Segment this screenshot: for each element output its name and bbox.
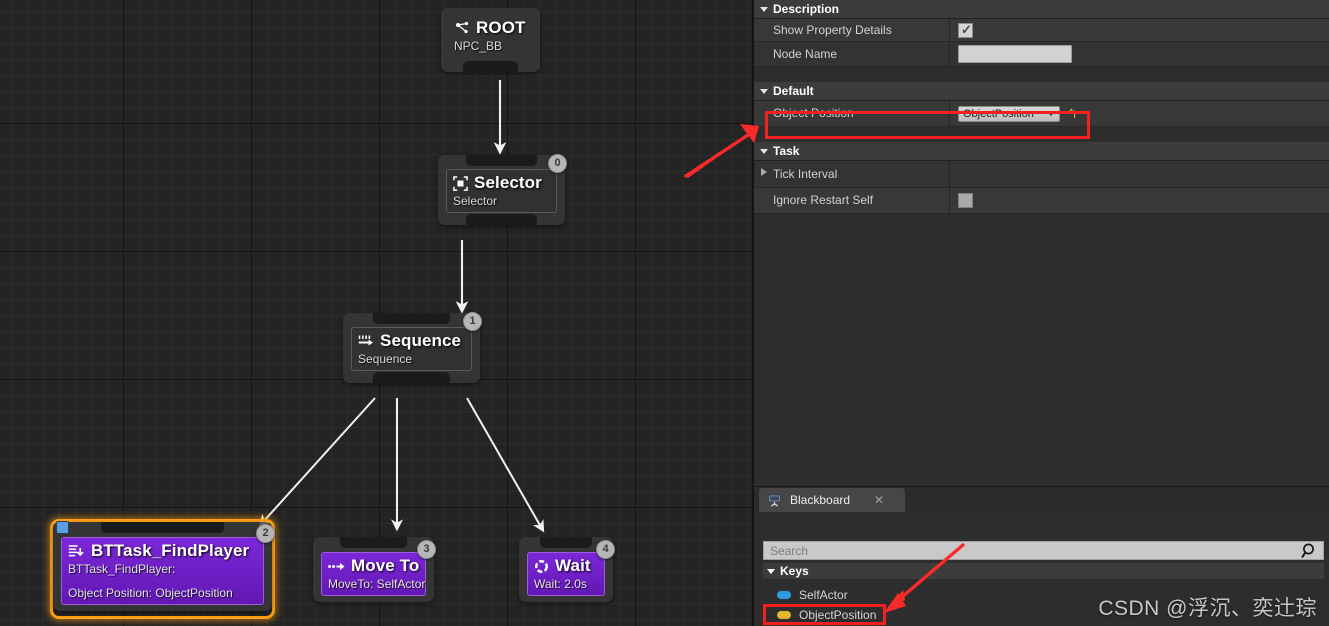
bttask-node-index: 2 (256, 524, 275, 543)
selector-node-subtitle: Selector (453, 194, 498, 208)
property-row-ignore-restart-self[interactable]: Ignore Restart Self (754, 188, 1329, 214)
property-row-object-position[interactable]: Object Position ObjectPosition ↰ (754, 101, 1329, 127)
blackboard-decorator-chip (56, 521, 69, 534)
label-show-property-details: Show Property Details (754, 19, 950, 41)
check-tick-icon: ✓ (961, 21, 972, 37)
wait-clock-icon (535, 559, 548, 573)
blackboard-search-field[interactable]: Search (763, 541, 1324, 560)
collapse-triangle-icon (760, 149, 768, 154)
node-name-input[interactable] (958, 45, 1072, 63)
graph-node-move-to[interactable]: Move To MoveTo: SelfActor 3 (313, 537, 436, 602)
property-row-tick-interval[interactable]: Tick Interval (754, 161, 1329, 188)
graph-node-bttask-findplayer[interactable]: BTTask_FindPlayer BTTask_FindPlayer: Obj… (50, 519, 275, 619)
details-panel: Description Show Property Details ✓ Node… (752, 0, 1329, 626)
keys-header-label: Keys (780, 564, 809, 578)
root-node-subtitle: NPC_BB (454, 39, 503, 53)
search-placeholder: Search (770, 543, 809, 558)
key-label-objectposition: ObjectPosition (799, 608, 877, 622)
section-header-description[interactable]: Description (754, 0, 1329, 19)
wait-input-pin[interactable] (539, 537, 593, 548)
wait-node-index: 4 (596, 540, 615, 559)
graph-node-sequence[interactable]: Sequence Sequence 1 (343, 312, 482, 383)
task-list-icon (68, 544, 84, 556)
root-output-pin[interactable] (462, 61, 519, 72)
move-to-node-title: Move To (351, 556, 420, 575)
section-title-task: Task (773, 144, 800, 158)
property-row-node-name[interactable]: Node Name (754, 42, 1329, 67)
bttask-node-subtitle: BTTask_FindPlayer: (68, 562, 176, 576)
behavior-tree-graph-canvas[interactable]: ROOT NPC_BB Selector Selector 0 Sequence… (0, 0, 752, 626)
selector-input-pin[interactable] (465, 155, 538, 166)
collapse-triangle-icon (760, 7, 768, 12)
expand-triangle-icon[interactable] (761, 168, 767, 176)
move-to-input-pin[interactable] (339, 537, 408, 548)
tab-label-blackboard: Blackboard (790, 493, 851, 507)
bttask-node-title: BTTask_FindPlayer (91, 541, 250, 560)
graph-node-selector[interactable]: Selector Selector 0 (438, 154, 567, 225)
selector-output-pin[interactable] (465, 214, 538, 225)
selector-node-index: 0 (548, 154, 567, 173)
behavior-tree-editor: ROOT NPC_BB Selector Selector 0 Sequence… (0, 0, 1329, 626)
property-row-show-property-details[interactable]: Show Property Details ✓ (754, 19, 1329, 42)
bttask-input-pin[interactable] (101, 522, 224, 533)
root-graph-icon (456, 21, 469, 34)
sequence-node-subtitle: Sequence (358, 352, 413, 366)
move-to-node-index: 3 (417, 540, 436, 559)
sequence-icon (358, 335, 373, 346)
graph-node-root[interactable]: ROOT NPC_BB (441, 8, 540, 72)
wait-node-title: Wait (555, 556, 591, 575)
collapse-triangle-icon (767, 569, 775, 574)
key-type-vector-icon (777, 611, 791, 619)
bttask-node-detail: Object Position: ObjectPosition (68, 586, 233, 600)
root-node-title: ROOT (476, 18, 526, 37)
watermark-text: CSDN @浮沉、奕辻琮 (1098, 597, 1317, 620)
label-object-position: Object Position (754, 101, 950, 126)
graph-node-wait[interactable]: Wait Wait: 2.0s 4 (519, 537, 615, 602)
chevron-down-icon[interactable] (1043, 111, 1059, 116)
section-title-default: Default (773, 84, 814, 98)
key-label-selfactor: SelfActor (799, 588, 848, 602)
sequence-input-pin[interactable] (373, 313, 450, 324)
blackboard-icon (767, 494, 782, 507)
blackboard-keys-header[interactable]: Keys (763, 563, 1324, 579)
move-to-icon (328, 562, 345, 570)
move-to-node-subtitle: MoveTo: SelfActor (328, 577, 426, 591)
checkbox-show-property-details[interactable]: ✓ (958, 21, 973, 38)
search-magnifier-icon[interactable] (1301, 542, 1318, 559)
section-header-default[interactable]: Default (754, 82, 1329, 101)
section-title-description: Description (773, 2, 840, 16)
wait-node-subtitle: Wait: 2.0s (534, 577, 587, 591)
label-tick-interval: Tick Interval (754, 161, 950, 187)
section-header-task[interactable]: Task (754, 142, 1329, 161)
collapse-triangle-icon (760, 89, 768, 94)
checkbox-ignore-restart-self[interactable] (958, 193, 973, 208)
selector-node-title: Selector (474, 173, 542, 192)
sequence-node-title: Sequence (380, 331, 462, 350)
label-node-name: Node Name (754, 42, 950, 66)
close-icon[interactable]: ✕ (874, 493, 884, 507)
reset-to-default-icon[interactable]: ↰ (1067, 107, 1078, 120)
label-ignore-restart-self: Ignore Restart Self (754, 188, 950, 213)
sequence-node-index: 1 (463, 312, 482, 331)
object-position-value: ObjectPosition (963, 107, 1034, 120)
blackboard-tabstrip: Blackboard ✕ (754, 487, 1329, 512)
selector-icon (453, 175, 468, 191)
object-position-dropdown[interactable]: ObjectPosition (958, 105, 1060, 122)
sequence-output-pin[interactable] (373, 372, 450, 383)
key-type-object-icon (777, 591, 791, 599)
tab-blackboard[interactable]: Blackboard ✕ (759, 488, 905, 512)
